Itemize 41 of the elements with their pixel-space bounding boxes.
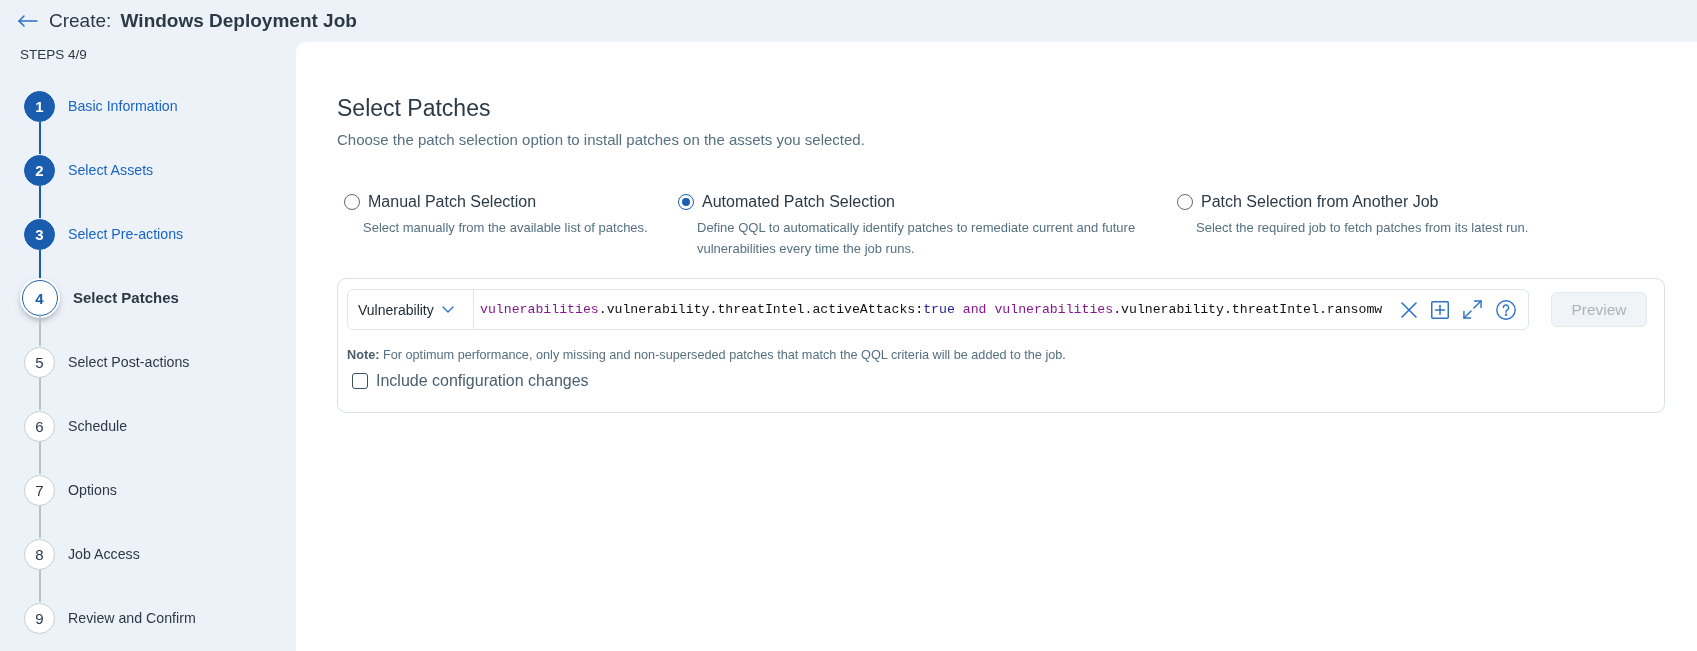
- step-link[interactable]: Select Post-actions: [68, 353, 190, 371]
- step-link[interactable]: Schedule: [68, 417, 128, 435]
- step-indicator: 7: [24, 474, 55, 506]
- step-indicator: 1: [24, 90, 55, 122]
- help-icon[interactable]: [1496, 299, 1516, 320]
- step-indicator: 6: [24, 410, 55, 442]
- expand-icon[interactable]: [1463, 300, 1482, 319]
- steps-counter: STEPS 4/9: [20, 47, 87, 63]
- radio-label[interactable]: Automated Patch Selection: [702, 191, 895, 213]
- step-link[interactable]: Select Assets: [68, 161, 154, 179]
- chevron-down-icon: [441, 306, 454, 313]
- step-link[interactable]: Review and Confirm: [68, 609, 196, 627]
- radio-label[interactable]: Patch Selection from Another Job: [1201, 191, 1439, 213]
- add-square-icon[interactable]: [1431, 300, 1449, 319]
- step-link[interactable]: Job Access: [68, 545, 140, 563]
- option-description: Define QQL to automatically identify patches to remediate current and future vulnerabilities every time the job runs.: [697, 219, 1137, 258]
- step-link[interactable]: Basic Information: [68, 97, 178, 115]
- checkbox[interactable]: [352, 373, 368, 389]
- radio-button[interactable]: [1177, 194, 1193, 210]
- checkbox-label[interactable]: Include configuration changes: [376, 371, 589, 391]
- radio-button[interactable]: [344, 194, 360, 210]
- query-input[interactable]: vulnerabilities.vulnerability.threatIntel.activeAttacks:true and vulnerabilities.vulnerability.threatIntel.ransomw: [474, 290, 1385, 329]
- radio-label[interactable]: Manual Patch Selection: [368, 191, 537, 213]
- step-indicator: 2: [24, 154, 55, 186]
- option-description: Select the required job to fetch patches from its latest run.: [1196, 219, 1529, 237]
- step-indicator: 3: [24, 218, 55, 250]
- step-link[interactable]: Select Patches: [73, 289, 179, 307]
- option-description: Select manually from the available list of patches.: [363, 219, 648, 237]
- back-arrow-icon[interactable]: [18, 15, 38, 27]
- step-link[interactable]: Options: [68, 481, 117, 499]
- section-title: Select Patches: [337, 94, 491, 122]
- step-indicator: 4: [21, 280, 58, 316]
- page-title: Create: Windows Deployment Job: [49, 10, 357, 32]
- step-indicator: 5: [24, 346, 55, 378]
- step-indicator: 8: [24, 538, 55, 570]
- note-text: Note: For optimum performance, only missing and non-superseded patches that match the QQL criteria will be added to the job.: [347, 347, 1067, 363]
- step-indicator: 9: [24, 602, 55, 634]
- radio-button[interactable]: [678, 194, 694, 210]
- clear-icon[interactable]: [1401, 301, 1417, 318]
- section-description: Choose the patch selection option to install patches on the assets you selected.: [337, 130, 866, 150]
- step-link[interactable]: Select Pre-actions: [68, 225, 184, 243]
